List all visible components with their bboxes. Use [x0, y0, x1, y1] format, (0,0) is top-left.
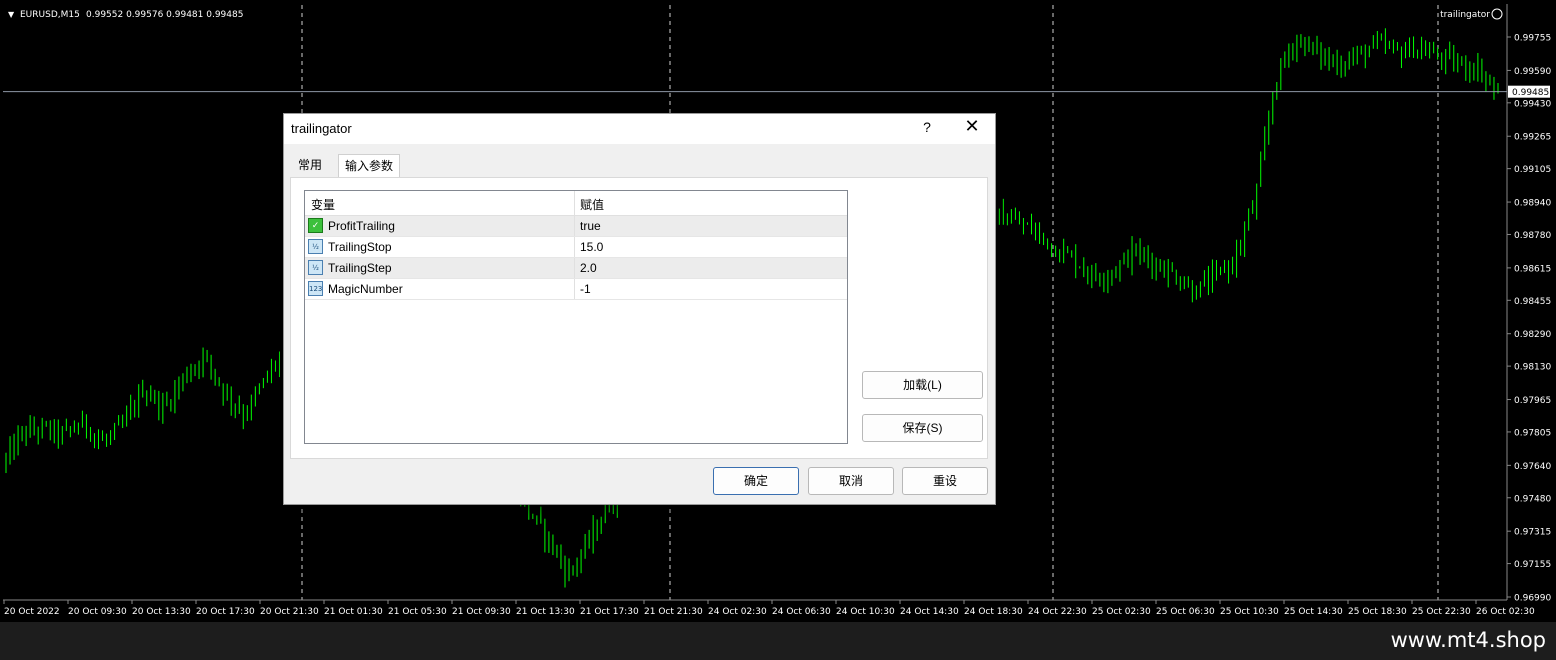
- column-separator: [574, 216, 575, 236]
- time-tick-label: 24 Oct 06:30: [772, 607, 831, 617]
- chart-menu-icon[interactable]: ▼: [8, 10, 15, 19]
- time-tick-label: 20 Oct 13:30: [132, 607, 191, 617]
- time-tick-label: 25 Oct 02:30: [1092, 607, 1151, 617]
- column-variable[interactable]: 变量: [311, 196, 335, 213]
- time-tick-label: 21 Oct 05:30: [388, 607, 447, 617]
- time-tick-label: 25 Oct 22:30: [1412, 607, 1471, 617]
- time-tick-label: 24 Oct 18:30: [964, 607, 1023, 617]
- ea-properties-dialog: trailingator ? ✕ 常用 输入参数 变量 赋值 ✓ ProfitT…: [283, 113, 996, 505]
- time-tick-label: 25 Oct 18:30: [1348, 607, 1407, 617]
- price-tick-label: 0.96990: [1514, 594, 1551, 604]
- table-row[interactable]: ½ TrailingStop 15.0: [305, 237, 847, 258]
- table-row[interactable]: ½ TrailingStep 2.0: [305, 258, 847, 279]
- time-tick-label: 25 Oct 14:30: [1284, 607, 1343, 617]
- reset-button[interactable]: 重设: [902, 467, 988, 495]
- column-separator: [574, 258, 575, 278]
- cancel-button[interactable]: 取消: [808, 467, 894, 495]
- time-tick-label: 25 Oct 10:30: [1220, 607, 1279, 617]
- tab-inputs[interactable]: 输入参数: [338, 154, 401, 178]
- column-separator: [574, 237, 575, 257]
- time-tick-label: 20 Oct 21:30: [260, 607, 319, 617]
- ohlc-label: 0.99552 0.99576 0.99481 0.99485: [86, 10, 243, 20]
- int-icon: 123: [308, 281, 323, 296]
- param-value[interactable]: 2.0: [580, 261, 597, 275]
- price-tick-label: 0.99590: [1514, 67, 1551, 77]
- time-tick-label: 21 Oct 21:30: [644, 607, 703, 617]
- time-tick-label: 26 Oct 02:30: [1476, 607, 1535, 617]
- time-tick-label: 25 Oct 06:30: [1156, 607, 1215, 617]
- time-tick-label: 21 Oct 09:30: [452, 607, 511, 617]
- footer-bar: www.mt4.shop: [0, 622, 1556, 660]
- price-tick-label: 0.97965: [1514, 396, 1551, 406]
- param-value[interactable]: -1: [580, 282, 591, 296]
- price-tick-label: 0.98780: [1514, 231, 1551, 241]
- price-tick-label: 0.98290: [1514, 330, 1551, 340]
- current-price-label: 0.99485: [1512, 88, 1549, 98]
- price-tick-label: 0.99755: [1514, 34, 1551, 44]
- tab-panel: 变量 赋值 ✓ ProfitTrailing true ½ TrailingSt…: [290, 177, 988, 459]
- table-row[interactable]: 123 MagicNumber -1: [305, 279, 847, 300]
- price-tick-label: 0.99265: [1514, 133, 1551, 143]
- price-tick-label: 0.98615: [1514, 264, 1551, 274]
- param-value[interactable]: 15.0: [580, 240, 603, 254]
- close-icon[interactable]: ✕: [959, 116, 985, 137]
- time-tick-label: 24 Oct 02:30: [708, 607, 767, 617]
- param-name: MagicNumber: [328, 282, 403, 296]
- table-header: 变量 赋值: [305, 191, 847, 216]
- price-tick-label: 0.98940: [1514, 199, 1551, 209]
- time-tick-label: 24 Oct 22:30: [1028, 607, 1087, 617]
- price-tick-label: 0.98130: [1514, 363, 1551, 373]
- tab-common[interactable]: 常用: [292, 154, 328, 177]
- column-separator: [574, 279, 575, 299]
- price-tick-label: 0.97155: [1514, 560, 1551, 570]
- double-icon: ½: [308, 239, 323, 254]
- time-tick-label: 20 Oct 17:30: [196, 607, 255, 617]
- time-tick-label: 21 Oct 17:30: [580, 607, 639, 617]
- price-tick-label: 0.98455: [1514, 297, 1551, 307]
- time-tick-label: 21 Oct 01:30: [324, 607, 383, 617]
- symbol-label: EURUSD,M15: [20, 10, 80, 20]
- param-name: ProfitTrailing: [328, 219, 395, 233]
- param-name: TrailingStop: [328, 240, 392, 254]
- param-value[interactable]: true: [580, 219, 601, 233]
- column-value[interactable]: 赋值: [580, 196, 604, 213]
- param-name: TrailingStep: [328, 261, 392, 275]
- ok-button[interactable]: 确定: [713, 467, 799, 495]
- bool-icon: ✓: [308, 218, 323, 233]
- dialog-title: trailingator: [291, 121, 352, 136]
- time-tick-label: 24 Oct 14:30: [900, 607, 959, 617]
- price-tick-label: 0.97640: [1514, 462, 1551, 472]
- double-icon: ½: [308, 260, 323, 275]
- price-tick-label: 0.97315: [1514, 528, 1551, 538]
- time-tick-label: 20 Oct 09:30: [68, 607, 127, 617]
- price-tick-label: 0.99105: [1514, 165, 1551, 175]
- load-button[interactable]: 加载(L): [862, 371, 983, 399]
- save-button[interactable]: 保存(S): [862, 414, 983, 442]
- price-tick-label: 0.99430: [1514, 99, 1551, 109]
- column-separator: [574, 191, 575, 215]
- help-button[interactable]: ?: [917, 119, 937, 135]
- params-table: 变量 赋值 ✓ ProfitTrailing true ½ TrailingSt…: [304, 190, 848, 444]
- table-row[interactable]: ✓ ProfitTrailing true: [305, 216, 847, 237]
- expert-name-label: trailingator: [1440, 10, 1490, 20]
- time-tick-label: 21 Oct 13:30: [516, 607, 575, 617]
- watermark: www.mt4.shop: [1390, 628, 1546, 652]
- time-tick-label: 24 Oct 10:30: [836, 607, 895, 617]
- price-tick-label: 0.97480: [1514, 494, 1551, 504]
- price-tick-label: 0.97805: [1514, 428, 1551, 438]
- time-tick-label: 20 Oct 2022: [4, 607, 60, 617]
- dialog-titlebar[interactable]: trailingator ? ✕: [284, 114, 995, 144]
